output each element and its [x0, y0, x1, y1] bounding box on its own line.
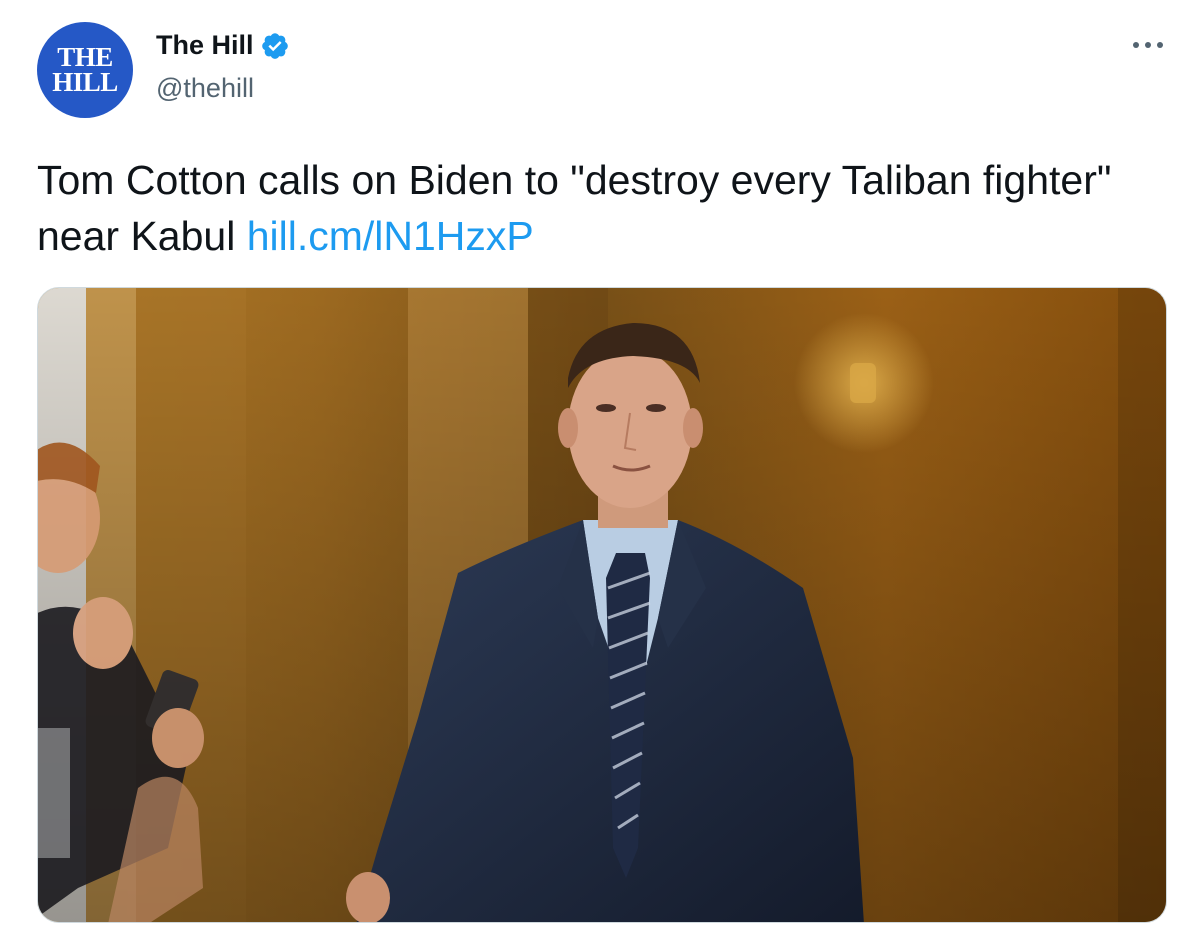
display-name[interactable]: The Hill	[156, 30, 254, 61]
verified-badge-icon	[261, 32, 288, 59]
avatar[interactable]: THE HILL	[37, 22, 133, 118]
tweet-card: THE HILL The Hill @thehill Tom Cotton ca…	[0, 0, 1198, 932]
tweet-link[interactable]: hill.cm/lN1HzxP	[247, 213, 534, 259]
photo-image	[38, 288, 1166, 922]
author-name-row[interactable]: The Hill	[156, 30, 290, 61]
tweet-body: Tom Cotton calls on Biden to "destroy ev…	[37, 157, 1112, 259]
tweet-photo[interactable]	[37, 287, 1167, 923]
more-options-button[interactable]	[1128, 30, 1168, 60]
user-handle[interactable]: @thehill	[156, 73, 254, 104]
avatar-text-line2: HILL	[52, 67, 118, 97]
tweet-text: Tom Cotton calls on Biden to "destroy ev…	[37, 152, 1157, 264]
more-options-icon	[1133, 42, 1163, 48]
